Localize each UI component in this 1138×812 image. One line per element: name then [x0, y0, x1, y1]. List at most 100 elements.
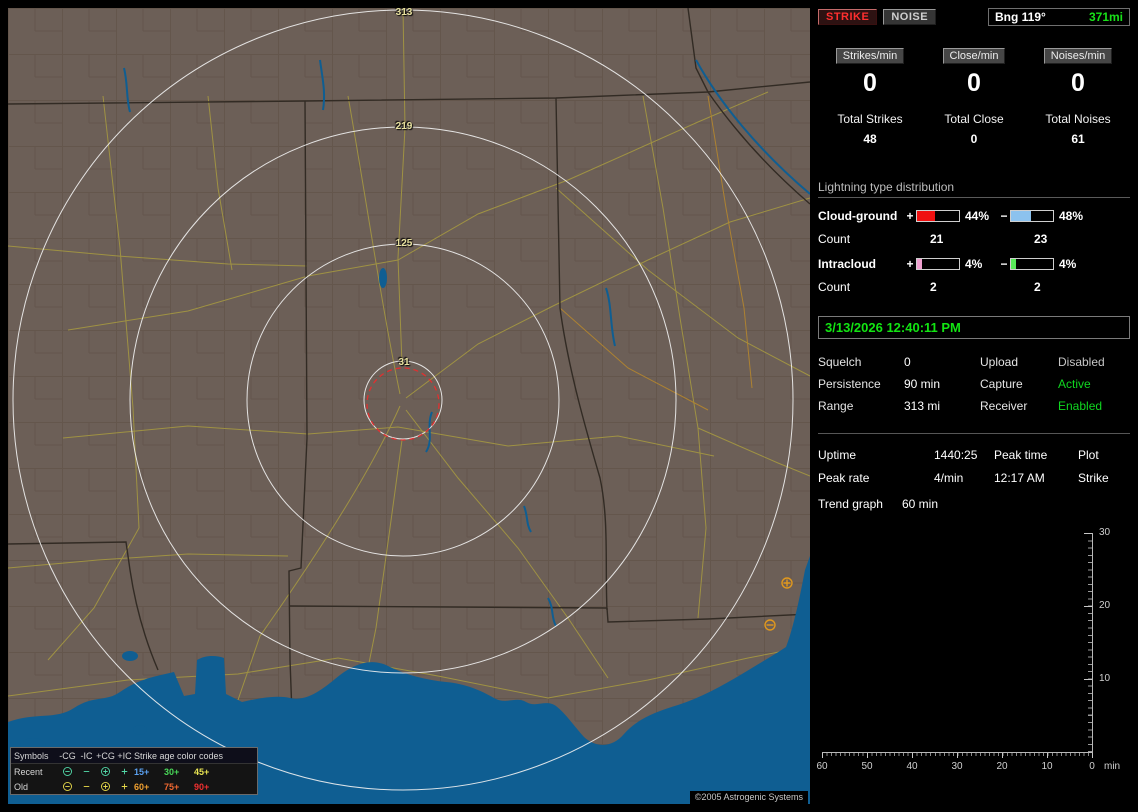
copyright-notice: ©2005 Astrogenic Systems [689, 791, 808, 804]
x-tick-label: 0 [1089, 761, 1095, 772]
map-legend: Symbols -CG -IC +CG +IC Strike age color… [10, 747, 258, 795]
trend-graph-label: Trend graph [818, 497, 883, 511]
receiver-status-grid: Squelch 0 Upload Disabled Persistence 90… [818, 355, 1130, 413]
noise-button[interactable]: NOISE [883, 9, 937, 25]
peak-rate-label: Peak rate [818, 471, 870, 485]
age-code-75: 75+ [164, 781, 180, 792]
y-axis [1092, 533, 1093, 752]
squelch-value: 0 [904, 355, 911, 369]
ic-positive-count: 2 [930, 280, 937, 294]
range-label: Range [818, 399, 854, 413]
minus-sign: − [1000, 209, 1008, 223]
minus-icon [77, 766, 96, 777]
totals-row: Total Strikes 48 Total Close 0 Total Noi… [818, 112, 1130, 146]
strike-button[interactable]: STRIKE [818, 9, 878, 25]
age-code-15: 15+ [134, 766, 150, 777]
range-label-31: 31 [398, 357, 410, 368]
x-tick-label: 10 [1041, 761, 1053, 772]
cg-negative-bar [1010, 210, 1054, 222]
ic-negative-bar [1010, 258, 1054, 270]
uptime-value: 1440:25 [934, 448, 978, 462]
total-noises-label: Total Noises [1045, 112, 1111, 126]
legend-old-row: Old 60+ 75+ 90+ [11, 779, 257, 794]
cg-positive-pct: 44% [965, 209, 990, 223]
range-label-313: 313 [395, 8, 413, 18]
range-label-125: 125 [395, 238, 413, 249]
plus-sign: + [906, 209, 914, 223]
app-window: 313 219 125 31 Symbols -CG -IC +CG +IC S… [0, 0, 1138, 812]
cg-positive-bar [916, 210, 960, 222]
circle-plus-icon [96, 766, 115, 777]
squelch-label: Squelch [818, 355, 862, 369]
intracloud-label: Intracloud [818, 257, 877, 271]
y-tick-label: 20 [1099, 600, 1111, 611]
intracloud-count-row: Count 2 2 [818, 280, 1130, 294]
legend-col-pos-cg: +CG [96, 750, 115, 761]
session-info-grid: Uptime 1440:25 Peak time Plot Peak rate … [818, 448, 1130, 485]
x-tick-label: 60 [816, 761, 828, 772]
cg-negative-pct: 48% [1059, 209, 1084, 223]
plus-icon [115, 766, 134, 777]
trend-graph: 30 20 10 60 50 40 30 20 10 0 min [816, 527, 1130, 779]
total-strikes-label: Total Strikes [837, 112, 903, 126]
peak-rate-value: 4/min [934, 471, 964, 485]
distribution-title: Lightning type distribution [818, 180, 1130, 198]
x-axis-unit: min [1104, 761, 1121, 772]
y-tick-label: 10 [1099, 673, 1111, 684]
strikes-per-min-value: 0 [863, 69, 877, 97]
total-noises: Total Noises 61 [1026, 112, 1130, 146]
bearing-distance: 371mi [1088, 10, 1123, 24]
count-label: Count [818, 280, 851, 294]
peak-time-label: Peak time [994, 448, 1048, 462]
count-label: Count [818, 232, 851, 246]
range-label-219: 219 [395, 121, 413, 132]
cloud-ground-label: Cloud-ground [818, 209, 898, 223]
circle-plus-icon [96, 781, 115, 792]
panel-header: STRIKE NOISE Bng 119° 371mi [818, 8, 1130, 26]
ic-negative-count: 2 [1034, 280, 1041, 294]
strikes-per-min-button[interactable]: Strikes/min [835, 48, 905, 64]
cloud-ground-row: Cloud-ground + 44% − 48% [818, 209, 1130, 223]
circle-minus-icon [58, 766, 77, 777]
legend-col-pos-ic: +IC [117, 750, 132, 761]
x-tick-label: 20 [996, 761, 1008, 772]
persistence-label: Persistence [818, 377, 881, 391]
minus-sign: − [1000, 257, 1008, 271]
age-code-45: 45+ [194, 766, 210, 777]
ic-positive-bar [916, 258, 960, 270]
receiver-status: Enabled [1058, 399, 1103, 413]
x-tick-label: 40 [906, 761, 918, 772]
rate-strikes: Strikes/min 0 [818, 48, 922, 98]
minus-icon [77, 781, 96, 792]
datetime-display: 3/13/2026 12:40:11 PM [818, 316, 1130, 339]
ic-negative-pct: 4% [1059, 257, 1077, 271]
legend-row-label: Old [14, 781, 29, 792]
legend-symbols-header: Symbols [14, 750, 49, 761]
total-close-label: Total Close [944, 112, 1004, 126]
rate-noises: Noises/min 0 [1026, 48, 1130, 98]
cloud-ground-count-row: Count 21 23 [818, 232, 1130, 246]
intracloud-row: Intracloud + 4% − 4% [818, 257, 1130, 271]
receiver-label: Receiver [980, 399, 1028, 413]
legend-header-row: Symbols -CG -IC +CG +IC Strike age color… [11, 748, 257, 764]
persistence-value: 90 min [904, 377, 941, 391]
x-tick-label: 30 [951, 761, 963, 772]
legend-col-neg-cg: -CG [59, 750, 76, 761]
plot-mode-value: Strike [1078, 471, 1109, 485]
rate-counters: Strikes/min 0 Close/min 0 Noises/min 0 [818, 48, 1130, 98]
range-value: 313 mi [904, 399, 941, 413]
status-panel: STRIKE NOISE Bng 119° 371mi Strikes/min … [816, 8, 1130, 804]
plus-sign: + [906, 257, 914, 271]
capture-label: Capture [980, 377, 1023, 391]
uptime-label: Uptime [818, 448, 857, 462]
map-panel[interactable]: 313 219 125 31 Symbols -CG -IC +CG +IC S… [8, 8, 810, 804]
plus-icon [115, 781, 134, 792]
age-code-30: 30+ [164, 766, 180, 777]
noises-per-min-button[interactable]: Noises/min [1043, 48, 1113, 64]
trend-graph-duration: 60 min [902, 497, 939, 511]
close-per-min-button[interactable]: Close/min [942, 48, 1006, 64]
total-close: Total Close 0 [922, 112, 1026, 146]
legend-col-neg-ic: -IC [80, 750, 93, 761]
cg-positive-count: 21 [930, 232, 944, 246]
noises-per-min-value: 0 [1071, 69, 1085, 97]
